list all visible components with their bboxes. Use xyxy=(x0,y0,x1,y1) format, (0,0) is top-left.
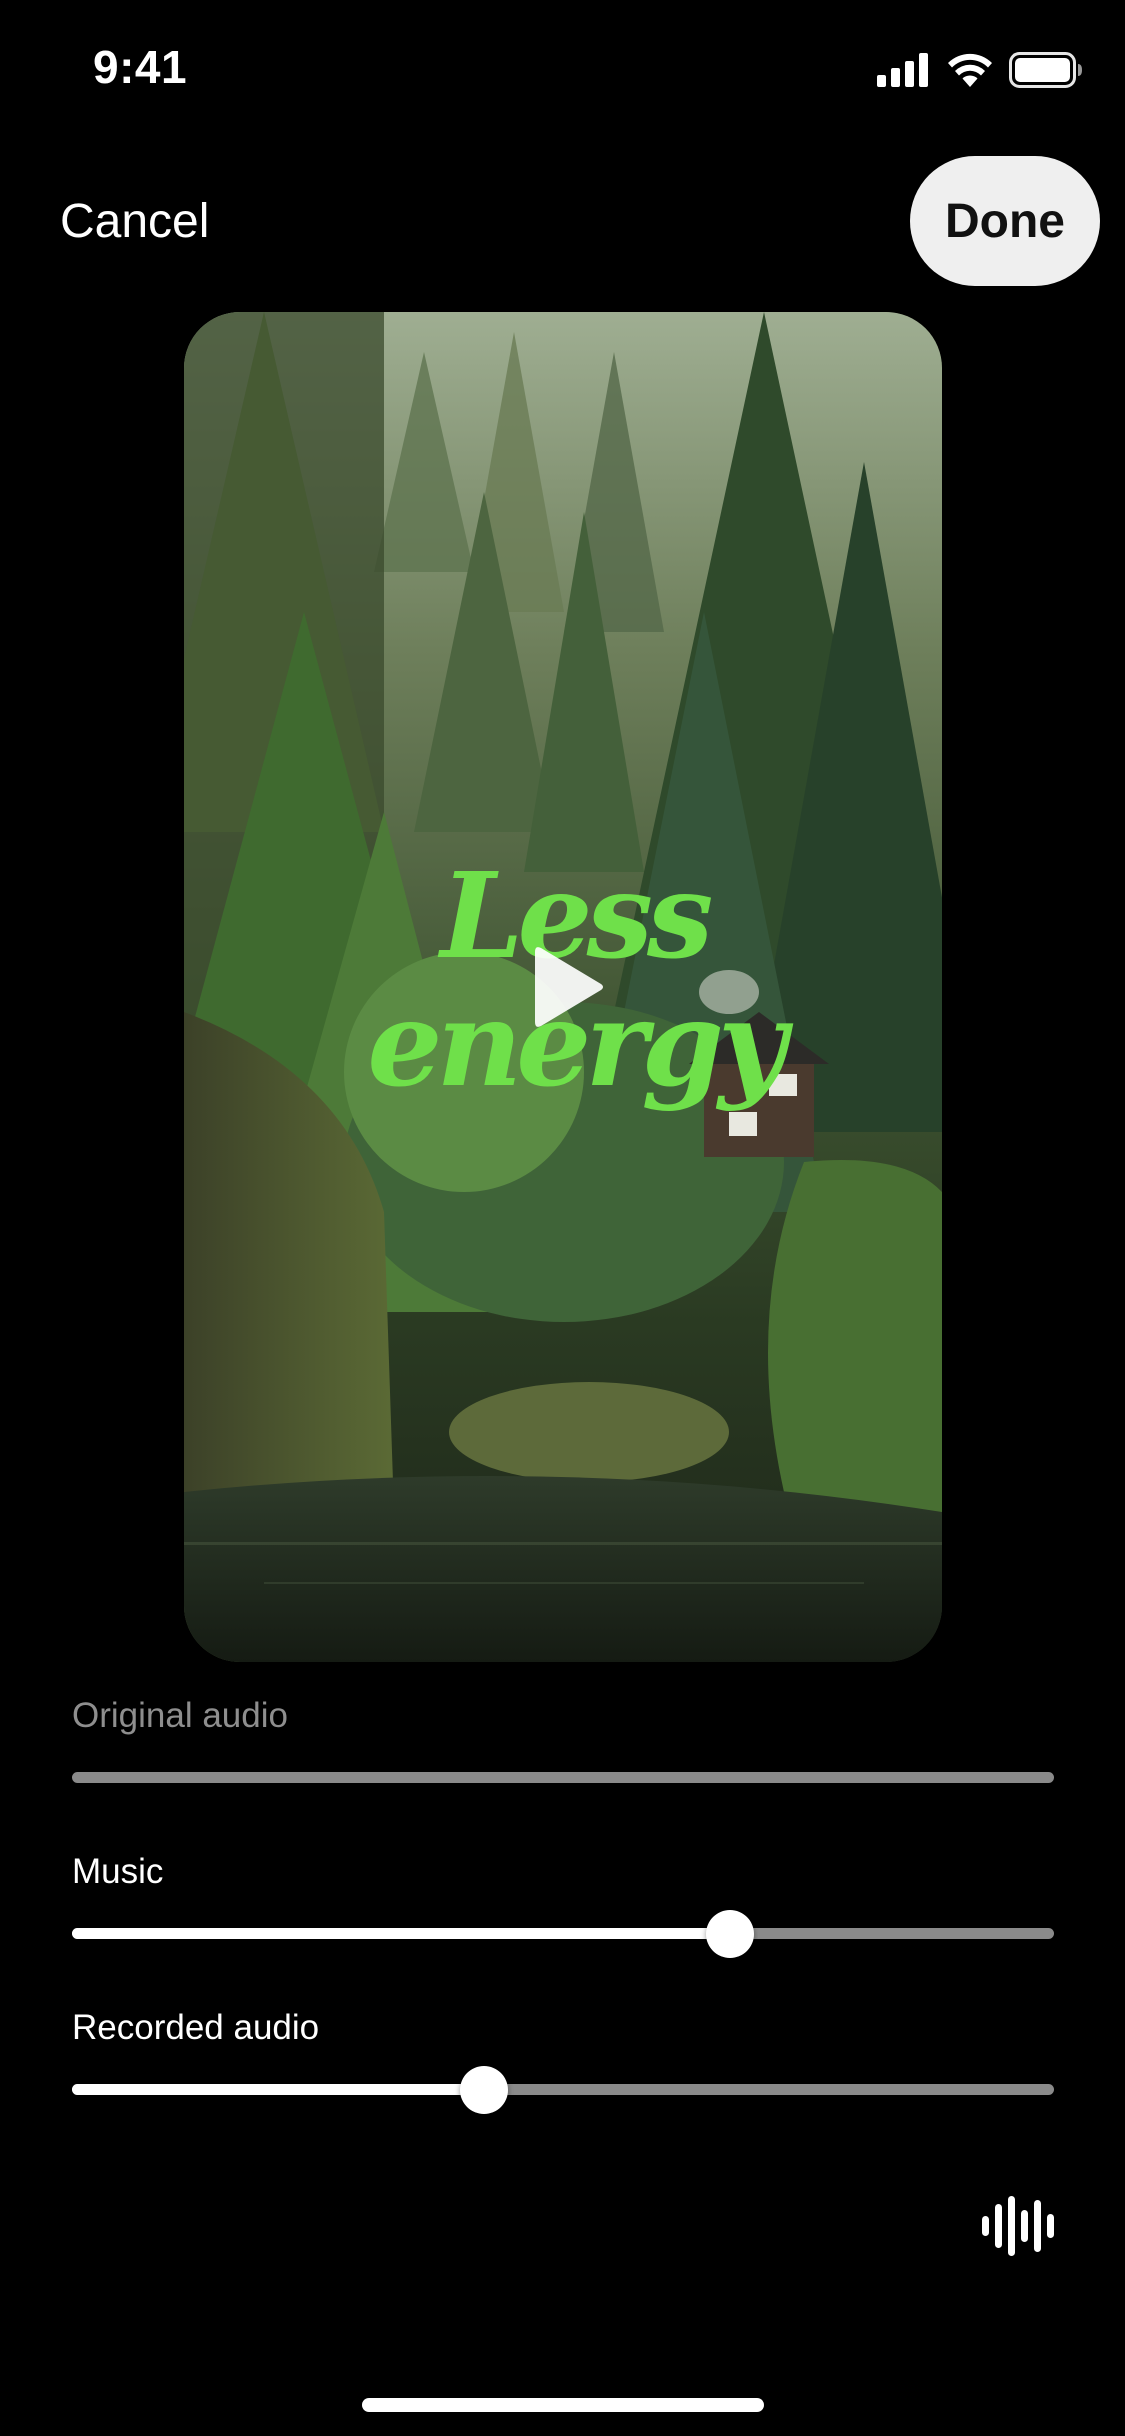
music-label: Music xyxy=(72,1852,164,1891)
status-icons xyxy=(877,50,1083,90)
recorded-audio-label: Recorded audio xyxy=(72,2008,320,2047)
music-slider-thumb[interactable] xyxy=(705,1909,754,1958)
cellular-signal-icon xyxy=(877,53,928,87)
wifi-icon xyxy=(948,53,992,87)
recorded-audio-slider[interactable] xyxy=(72,2065,1054,2114)
video-preview[interactable]: Less energy xyxy=(184,312,942,1662)
play-icon[interactable] xyxy=(529,942,609,1032)
battery-icon xyxy=(1009,52,1082,88)
status-time: 9:41 xyxy=(93,41,188,93)
music-slider-fill xyxy=(72,1928,730,1939)
original-audio-slider xyxy=(72,1772,1054,1783)
original-audio-label: Original audio xyxy=(72,1696,288,1735)
home-indicator xyxy=(362,2398,764,2412)
recorded-audio-slider-fill xyxy=(72,2084,485,2095)
waveform-icon[interactable] xyxy=(980,2196,1056,2256)
done-button[interactable]: Done xyxy=(910,156,1100,286)
music-slider[interactable] xyxy=(72,1909,1054,1958)
recorded-audio-slider-thumb[interactable] xyxy=(460,2065,509,2114)
cancel-button[interactable]: Cancel xyxy=(60,194,209,249)
